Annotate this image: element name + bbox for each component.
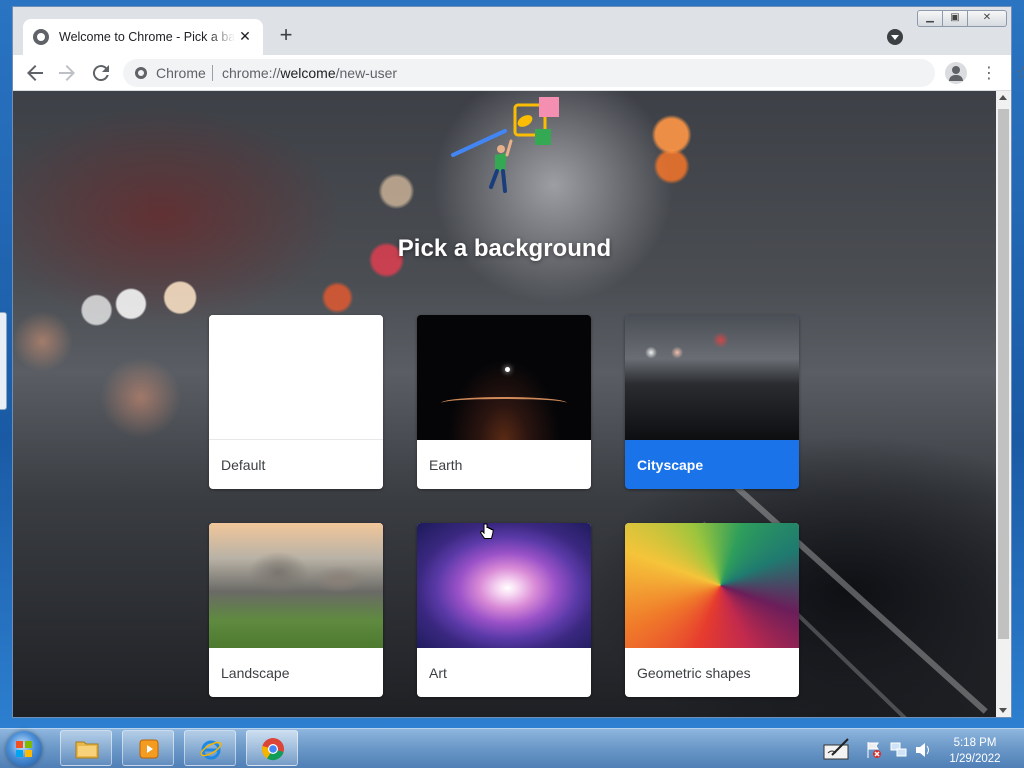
scroll-down-arrow-icon[interactable] <box>999 708 1007 713</box>
option-label: Earth <box>429 457 463 473</box>
taskbar: 5:18 PM 1/29/2022 <box>0 728 1024 768</box>
option-label: Default <box>221 457 266 473</box>
back-arrow-icon[interactable] <box>23 61 47 85</box>
default-thumbnail <box>209 315 383 440</box>
network-icon[interactable] <box>890 741 908 759</box>
background-option-default[interactable]: Default <box>209 315 383 489</box>
scroll-up-arrow-icon[interactable] <box>999 95 1007 100</box>
folder-icon <box>75 741 99 759</box>
background-option-earth[interactable]: Earth <box>417 315 591 489</box>
chrome-icon <box>261 738 284 761</box>
art-thumbnail <box>417 523 591 648</box>
taskbar-clock[interactable]: 5:18 PM 1/29/2022 <box>930 735 1020 767</box>
taskbar-file-explorer[interactable] <box>60 730 112 766</box>
kebab-menu-icon[interactable]: ⋮ <box>981 61 997 85</box>
taskbar-media-player[interactable] <box>122 730 174 766</box>
chrome-chip-icon <box>135 67 147 79</box>
cityscape-thumbnail <box>625 315 799 440</box>
tab-search-icon[interactable] <box>887 29 903 45</box>
omnibox-separator <box>212 65 213 81</box>
pen-tablet-icon[interactable] <box>822 737 852 761</box>
hand-cursor-icon <box>479 523 494 539</box>
earth-thumbnail <box>417 315 591 440</box>
geometric-shapes-thumbnail <box>625 523 799 648</box>
tab-welcome[interactable]: Welcome to Chrome - Pick a background ✕ <box>23 19 263 55</box>
clock-time: 5:18 PM <box>953 737 997 749</box>
option-label: Cityscape <box>637 457 704 473</box>
system-tray: 5:18 PM 1/29/2022 <box>816 731 1024 767</box>
background-option-geometric-shapes[interactable]: Geometric shapes <box>625 523 799 697</box>
background-option-cityscape[interactable]: Cityscape <box>625 315 799 489</box>
chrome-favicon-icon <box>33 29 49 45</box>
taskbar-internet-explorer[interactable] <box>184 730 236 766</box>
maximize-button[interactable]: ▣ <box>942 10 968 27</box>
address-bar[interactable]: Chrome chrome://welcome/new-user ☆ <box>123 59 1024 87</box>
media-player-icon <box>139 739 159 759</box>
clock-date: 1/29/2022 <box>949 753 1001 765</box>
tab-title: Welcome to Chrome - Pick a background <box>59 30 235 44</box>
omnibox-url[interactable]: chrome://welcome/new-user <box>222 65 397 81</box>
landscape-thumbnail <box>209 523 383 648</box>
forward-arrow-icon[interactable] <box>55 61 79 85</box>
tab-strip: Welcome to Chrome - Pick a background ✕ … <box>13 7 1011 55</box>
scrollbar-thumb[interactable] <box>998 109 1009 639</box>
windows-logo-icon <box>16 741 32 757</box>
minimize-button[interactable]: ▁ <box>917 10 943 27</box>
option-label: Landscape <box>221 665 290 681</box>
desktop-gadget-edge <box>0 312 7 410</box>
omnibox-chip-label: Chrome <box>156 65 206 81</box>
option-label: Art <box>429 665 447 681</box>
page-title: Pick a background <box>397 235 612 262</box>
bookmark-star-icon[interactable]: ☆ <box>1015 63 1024 84</box>
taskbar-chrome[interactable] <box>246 730 298 766</box>
new-tab-button[interactable]: + <box>275 24 297 47</box>
chrome-window: Welcome to Chrome - Pick a background ✕ … <box>12 6 1024 718</box>
reload-icon[interactable] <box>89 61 113 85</box>
option-label: Geometric shapes <box>637 665 751 681</box>
profile-icon[interactable] <box>945 62 967 84</box>
action-center-flag-icon[interactable] <box>866 741 882 759</box>
welcome-page: Pick a background Default Earth Cityscap… <box>13 91 996 717</box>
background-option-landscape[interactable]: Landscape <box>209 523 383 697</box>
internet-explorer-icon <box>200 740 222 760</box>
toolbar: Chrome chrome://welcome/new-user ☆ ⋮ <box>13 55 1024 91</box>
start-button[interactable] <box>6 731 42 767</box>
welcome-illustration <box>451 97 559 193</box>
vertical-scrollbar[interactable] <box>996 91 1011 717</box>
background-option-art[interactable]: Art <box>417 523 591 697</box>
close-window-button[interactable]: ✕ <box>967 10 1007 27</box>
tab-close-icon[interactable]: ✕ <box>237 29 253 45</box>
